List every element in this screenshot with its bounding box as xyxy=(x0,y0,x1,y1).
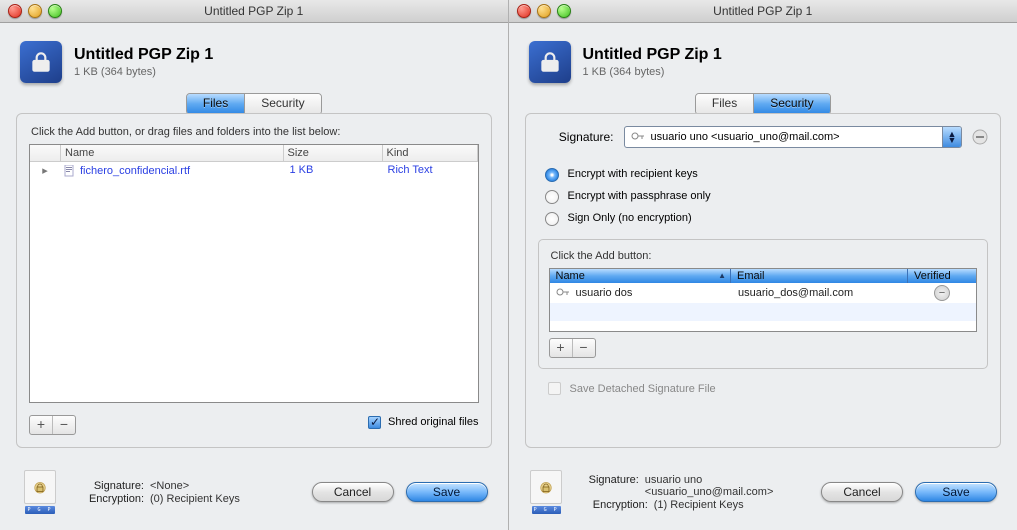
signature-value: <None> xyxy=(150,480,189,492)
pgp-file-icon xyxy=(530,470,562,504)
titlebar: Untitled PGP Zip 1 xyxy=(509,0,1017,23)
shred-label: Shred original files xyxy=(388,416,479,428)
table-row xyxy=(550,303,977,321)
tabs: Files Security xyxy=(695,93,831,115)
signature-label: Signature: xyxy=(70,480,144,492)
document-title: Untitled PGP Zip 1 xyxy=(74,46,213,64)
remove-button[interactable]: − xyxy=(53,416,75,434)
col-email[interactable]: Email xyxy=(731,269,908,283)
window-security: Untitled PGP Zip 1 Untitled PGP Zip 1 1 … xyxy=(509,0,1017,530)
signature-value: usuario uno <usuario_uno@mail.com> xyxy=(645,474,811,498)
recipients-table[interactable]: Name▲ Email Verified usuario dos xyxy=(549,268,978,332)
save-button[interactable]: Save xyxy=(406,482,488,502)
file-size: 1 KB xyxy=(286,162,384,179)
files-instruction: Click the Add button, or drag files and … xyxy=(31,126,479,138)
encryption-value: (0) Recipient Keys xyxy=(150,493,240,505)
window-title: Untitled PGP Zip 1 xyxy=(0,4,508,18)
unverified-icon: − xyxy=(934,285,950,301)
window-files: Untitled PGP Zip 1 Untitled PGP Zip 1 1 … xyxy=(0,0,509,530)
sort-asc-icon: ▲ xyxy=(718,271,726,280)
recipients-header: Name▲ Email Verified xyxy=(550,269,977,283)
encryption-label: Encryption: xyxy=(70,493,144,505)
recipient-row[interactable]: usuario dos usuario_dos@mail.com − xyxy=(550,283,977,303)
minimize-icon[interactable] xyxy=(537,4,551,18)
close-icon[interactable] xyxy=(517,4,531,18)
lock-icon xyxy=(20,41,62,83)
recipient-email: usuario_dos@mail.com xyxy=(732,285,908,301)
lock-icon xyxy=(529,41,571,83)
add-recipient-button[interactable]: + xyxy=(550,339,573,357)
close-icon[interactable] xyxy=(8,4,22,18)
signature-select-value: usuario uno <usuario_uno@mail.com> xyxy=(651,131,943,143)
file-list-header: Name Size Kind xyxy=(30,145,478,162)
tab-security[interactable]: Security xyxy=(754,94,829,114)
col-name[interactable]: Name xyxy=(61,145,284,162)
signature-field-label: Signature: xyxy=(538,130,614,144)
file-list[interactable]: Name Size Kind ▸ fichero_confidencial.rt… xyxy=(29,144,479,403)
recipients-box: Click the Add button: Name▲ Email Verifi… xyxy=(538,239,989,369)
document-size: 1 KB (364 bytes) xyxy=(74,66,213,78)
tabs: Files Security xyxy=(186,93,322,115)
shred-checkbox[interactable] xyxy=(368,416,381,429)
radio-sign-only[interactable]: Sign Only (no encryption) xyxy=(540,209,989,226)
key-icon xyxy=(556,286,570,301)
col-verified[interactable]: Verified xyxy=(908,269,976,283)
file-kind: Rich Text xyxy=(384,162,478,179)
col-size[interactable]: Size xyxy=(284,145,383,162)
recipient-name: usuario dos xyxy=(576,287,633,299)
radio-recipient-keys[interactable]: Encrypt with recipient keys xyxy=(540,165,989,182)
recipient-verified: − xyxy=(908,283,976,303)
document-size: 1 KB (364 bytes) xyxy=(583,66,722,78)
window-title: Untitled PGP Zip 1 xyxy=(509,4,1017,18)
file-row[interactable]: ▸ fichero_confidencial.rtf 1 KB Rich Tex… xyxy=(30,162,478,179)
save-button[interactable]: Save xyxy=(915,482,997,502)
cancel-button[interactable]: Cancel xyxy=(821,482,903,502)
signature-label: Signature: xyxy=(574,474,639,498)
zoom-icon[interactable] xyxy=(48,4,62,18)
key-icon xyxy=(631,130,645,145)
tab-files[interactable]: Files xyxy=(696,94,754,114)
tab-files[interactable]: Files xyxy=(187,94,245,114)
encryption-value: (1) Recipient Keys xyxy=(654,499,744,511)
save-detached-label: Save Detached Signature File xyxy=(570,383,716,395)
dropdown-arrows-icon[interactable]: ▲▼ xyxy=(942,127,961,147)
cancel-button[interactable]: Cancel xyxy=(312,482,394,502)
save-detached-checkbox xyxy=(548,382,561,395)
remove-recipient-button[interactable]: − xyxy=(573,339,595,357)
disclosure-triangle-icon[interactable]: ▸ xyxy=(30,162,60,179)
signature-select[interactable]: usuario uno <usuario_uno@mail.com> ▲▼ xyxy=(624,126,963,148)
remove-signature-icon[interactable] xyxy=(972,129,988,145)
encryption-label: Encryption: xyxy=(574,499,648,511)
file-name: fichero_confidencial.rtf xyxy=(80,165,190,177)
minimize-icon[interactable] xyxy=(28,4,42,18)
tab-security[interactable]: Security xyxy=(245,94,320,114)
radio-passphrase[interactable]: Encrypt with passphrase only xyxy=(540,187,989,204)
zoom-icon[interactable] xyxy=(557,4,571,18)
titlebar: Untitled PGP Zip 1 xyxy=(0,0,508,23)
col-name[interactable]: Name▲ xyxy=(550,269,732,283)
document-icon xyxy=(64,165,76,177)
pgp-file-icon xyxy=(24,470,56,504)
col-kind[interactable]: Kind xyxy=(383,145,478,162)
add-button[interactable]: + xyxy=(30,416,53,434)
recipients-instruction: Click the Add button: xyxy=(551,250,978,262)
document-title: Untitled PGP Zip 1 xyxy=(583,46,722,64)
